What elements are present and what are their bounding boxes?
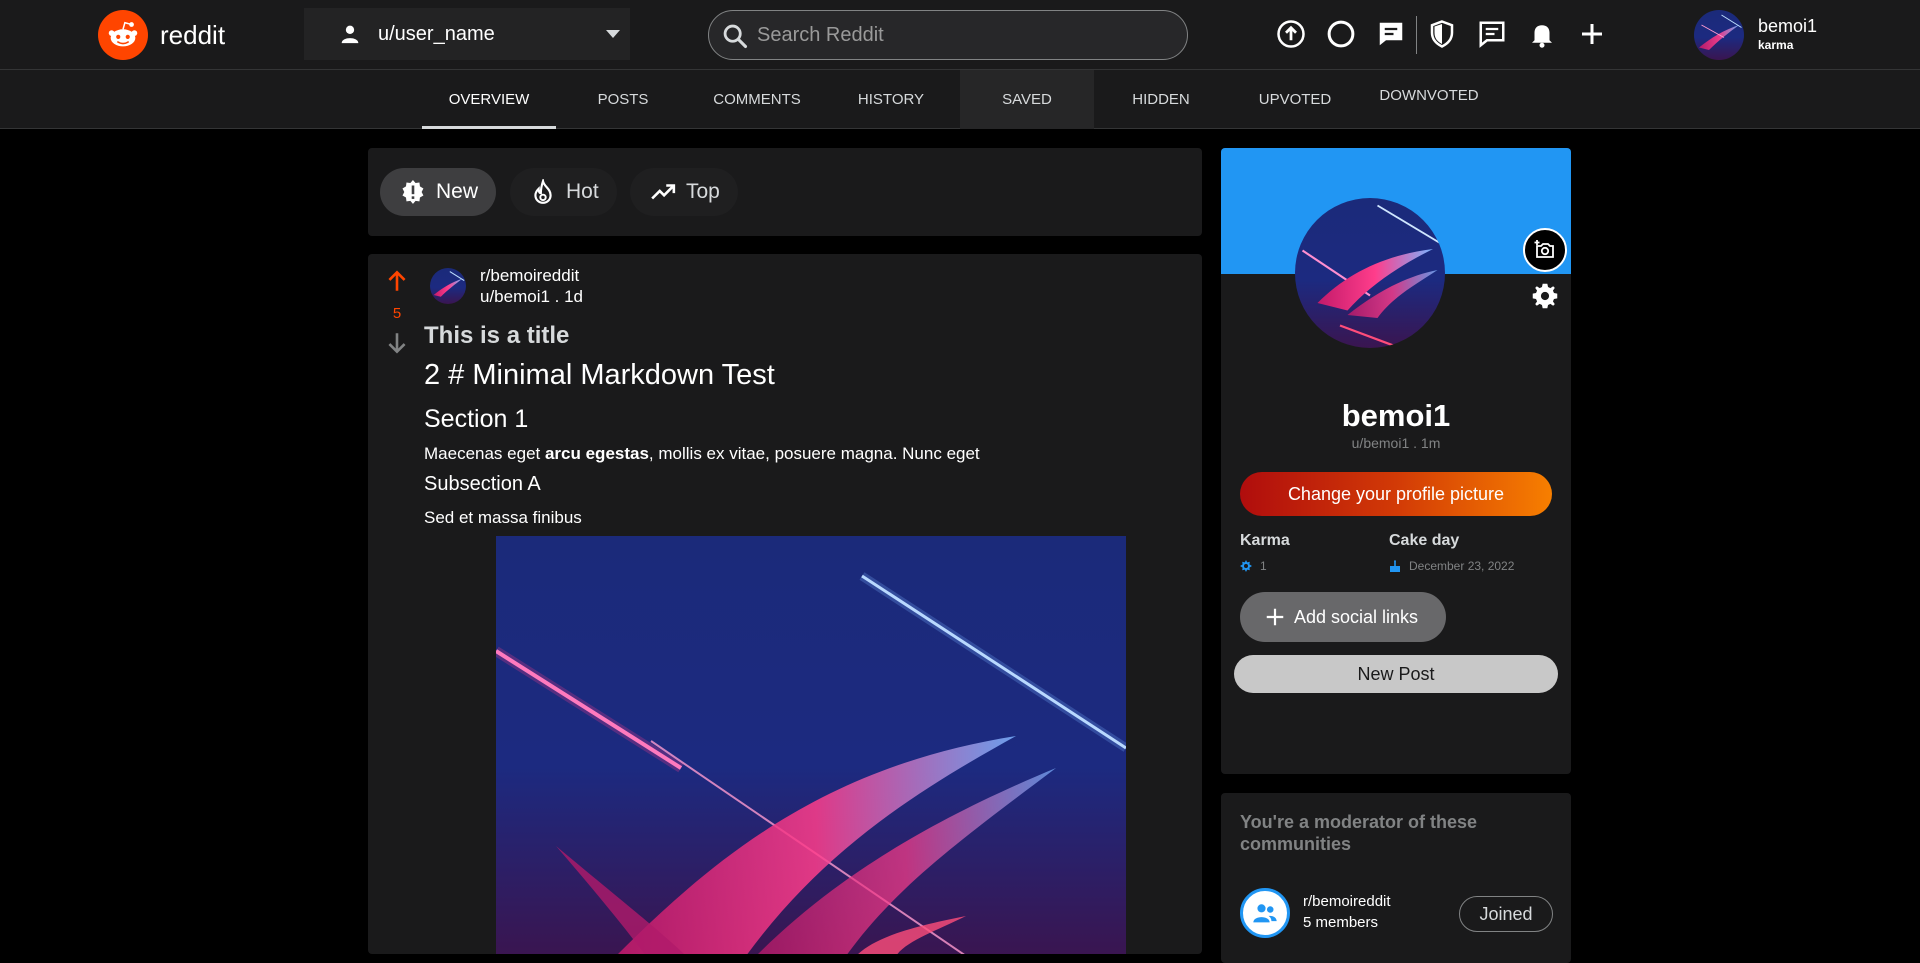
markdown-heading-2: Section 1	[424, 405, 529, 433]
tab-history[interactable]: HISTORY	[824, 70, 958, 129]
chat-icon[interactable]	[1375, 18, 1407, 50]
bell-icon[interactable]	[1526, 18, 1558, 50]
markdown-paragraph-2: Sed et massa finibus	[424, 508, 582, 527]
sort-hot-label: Hot	[566, 180, 599, 203]
all-circle-icon[interactable]	[1325, 18, 1357, 50]
profile-name: bemoi1	[1341, 398, 1451, 433]
tab-upvoted[interactable]: UPVOTED	[1228, 70, 1362, 129]
paragraph-bold-text: arcu egestas	[544, 444, 649, 463]
post-subreddit-link[interactable]: r/bemoireddit	[480, 266, 579, 286]
avatar	[1694, 10, 1744, 60]
sort-new-button[interactable]: New	[380, 168, 497, 216]
karma-number: 1	[1260, 559, 1267, 573]
sort-top-label: Top	[686, 180, 720, 203]
markdown-heading-3: Subsection A	[424, 473, 541, 495]
post-card[interactable]: 5 r/bemoireddit u/bemoi1 . 1d This is a …	[368, 254, 1202, 954]
top-header: reddit u/user_name Search Reddit bemoi1 …	[0, 0, 1920, 70]
post-title[interactable]: This is a title	[424, 322, 569, 350]
community-icon[interactable]	[1240, 888, 1290, 938]
header-divider	[1416, 16, 1417, 54]
tab-saved[interactable]: SAVED	[960, 70, 1094, 129]
username: bemoi1	[1758, 16, 1818, 36]
search-input[interactable]	[757, 23, 1157, 47]
markdown-paragraph: Maecenas eget arcu egestas, mollis ex vi…	[424, 444, 980, 464]
search-bar[interactable]	[708, 10, 1188, 60]
profile-handle: u/bemoi1 . 1m	[1351, 435, 1441, 451]
tab-overview[interactable]: OVERVIEW	[422, 70, 556, 129]
cake-day-title: Cake day	[1389, 532, 1460, 549]
profile-tabs: OVERVIEW POSTS COMMENTS HISTORY SAVED HI…	[0, 70, 1920, 129]
flame-icon	[534, 179, 552, 204]
plus-icon[interactable]	[1576, 18, 1608, 50]
trending-up-icon	[651, 184, 676, 200]
tab-comments[interactable]: COMMENTS	[690, 70, 824, 129]
gear-icon[interactable]	[1531, 282, 1559, 310]
post-author-meta[interactable]: u/bemoi1 . 1d	[480, 287, 583, 307]
cake-icon	[1390, 560, 1400, 572]
tab-hidden[interactable]: HIDDEN	[1094, 70, 1228, 129]
camera-plus-icon	[1534, 240, 1554, 258]
community-name[interactable]: r/bemoireddit	[1303, 893, 1391, 910]
vote-column: 5	[382, 268, 412, 361]
cake-day-date: December 23, 2022	[1409, 559, 1515, 573]
vote-score: 5	[392, 305, 402, 322]
sort-new-label: New	[436, 180, 479, 203]
new-badge-icon	[402, 179, 424, 204]
moderator-card: You're a moderator of these communities …	[1221, 793, 1571, 963]
profile-card: bemoi1 u/bemoi1 . 1m Change your profile…	[1221, 148, 1571, 774]
subreddit-avatar[interactable]	[430, 268, 466, 304]
plus-icon	[1266, 608, 1284, 626]
person-icon	[341, 25, 359, 44]
karma-icon	[1240, 560, 1252, 572]
group-icon	[1253, 904, 1277, 923]
karma-value: 1	[1240, 559, 1267, 573]
shield-icon[interactable]	[1426, 18, 1458, 50]
sort-hot-button[interactable]: Hot	[510, 168, 617, 216]
caret-down-icon	[606, 30, 620, 38]
upvote-icon[interactable]	[382, 268, 412, 299]
joined-button[interactable]: Joined	[1459, 896, 1553, 932]
paragraph-text-end: , mollis ex vitae, posuere magna. Nunc e…	[648, 444, 980, 463]
reddit-logo-icon[interactable]	[98, 10, 148, 60]
sort-top-button[interactable]: Top	[630, 168, 738, 216]
sort-bar: New Hot Top	[368, 148, 1202, 236]
markdown-heading-1: 2 # Minimal Markdown Test	[424, 359, 775, 391]
messages-icon[interactable]	[1476, 18, 1508, 50]
popular-arrow-icon[interactable]	[1275, 18, 1307, 50]
brand-name[interactable]: reddit	[160, 20, 225, 51]
karma-label: karma	[1758, 38, 1794, 52]
community-members: 5 members	[1303, 914, 1379, 931]
post-image[interactable]	[496, 536, 1126, 954]
search-icon	[723, 24, 748, 49]
downvote-icon[interactable]	[382, 330, 412, 361]
karma-title: Karma	[1240, 532, 1290, 549]
paragraph-text: Maecenas eget	[424, 444, 545, 463]
tab-downvoted[interactable]: DOWNVOTED	[1362, 70, 1496, 129]
add-social-links-label: Add social links	[1294, 606, 1419, 627]
user-menu[interactable]: bemoi1 karma	[1694, 10, 1817, 60]
add-social-links-button[interactable]: Add social links	[1240, 592, 1446, 642]
profile-avatar[interactable]	[1295, 198, 1445, 348]
tab-posts[interactable]: POSTS	[556, 70, 690, 129]
user-dropdown-label: u/user_name	[378, 22, 495, 45]
new-post-button[interactable]: New Post	[1234, 655, 1558, 693]
user-dropdown[interactable]: u/user_name	[304, 8, 630, 60]
moderator-card-title: You're a moderator of these communities	[1240, 812, 1477, 854]
add-photo-button[interactable]	[1523, 228, 1567, 272]
cake-day-value: December 23, 2022	[1389, 559, 1514, 573]
change-profile-picture-button[interactable]: Change your profile picture	[1240, 472, 1552, 516]
